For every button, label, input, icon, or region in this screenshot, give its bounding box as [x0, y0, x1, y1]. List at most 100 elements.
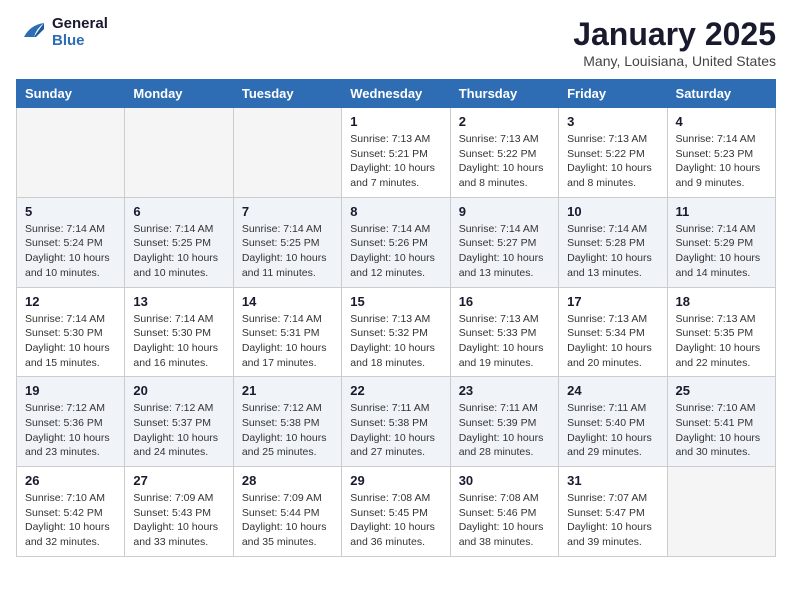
day-info: Sunrise: 7:13 AMSunset: 5:22 PMDaylight:… [459, 132, 550, 191]
calendar-cell: 11 Sunrise: 7:14 AMSunset: 5:29 PMDayligh… [667, 197, 775, 287]
day-info: Sunrise: 7:10 AMSunset: 5:42 PMDaylight:… [25, 491, 116, 550]
title-area: January 2025 Many, Louisiana, United Sta… [573, 16, 776, 69]
day-info: Sunrise: 7:08 AMSunset: 5:46 PMDaylight:… [459, 491, 550, 550]
day-number: 15 [350, 294, 441, 309]
calendar-cell: 1Sunrise: 7:13 AMSunset: 5:21 PMDaylight… [342, 108, 450, 198]
calendar-cell: 4Sunrise: 7:14 AMSunset: 5:23 PMDaylight… [667, 108, 775, 198]
calendar-table: SundayMondayTuesdayWednesdayThursdayFrid… [16, 79, 776, 557]
day-number: 11 [676, 204, 767, 219]
day-number: 25 [676, 383, 767, 398]
day-number: 14 [242, 294, 333, 309]
day-info: Sunrise: 7:12 AMSunset: 5:37 PMDaylight:… [133, 401, 224, 460]
day-info: Sunrise: 7:08 AMSunset: 5:45 PMDaylight:… [350, 491, 441, 550]
calendar-cell: 30Sunrise: 7:08 AMSunset: 5:46 PMDayligh… [450, 467, 558, 557]
day-info: Sunrise: 7:14 AMSunset: 5:30 PMDaylight:… [133, 312, 224, 371]
column-header-wednesday: Wednesday [342, 80, 450, 108]
calendar-cell: 19 Sunrise: 7:12 AMSunset: 5:36 PMDayligh… [17, 377, 125, 467]
column-header-tuesday: Tuesday [233, 80, 341, 108]
calendar-cell: 29 Sunrise: 7:08 AMSunset: 5:45 PMDayligh… [342, 467, 450, 557]
day-number: 1 [350, 114, 441, 129]
column-header-saturday: Saturday [667, 80, 775, 108]
day-info: Sunrise: 7:14 AMSunset: 5:27 PMDaylight:… [459, 222, 550, 281]
day-number: 28 [242, 473, 333, 488]
calendar-cell: 23 Sunrise: 7:11 AMSunset: 5:39 PMDayligh… [450, 377, 558, 467]
day-info: Sunrise: 7:13 AMSunset: 5:32 PMDaylight:… [350, 312, 441, 371]
day-info: Sunrise: 7:11 AMSunset: 5:38 PMDaylight:… [350, 401, 441, 460]
calendar-week-row: 1Sunrise: 7:13 AMSunset: 5:21 PMDaylight… [17, 108, 776, 198]
day-number: 3 [567, 114, 658, 129]
logo-text-blue: Blue [52, 33, 108, 50]
calendar-cell [667, 467, 775, 557]
calendar-cell: 8Sunrise: 7:14 AMSunset: 5:26 PMDaylight… [342, 197, 450, 287]
calendar-cell: 15 Sunrise: 7:13 AMSunset: 5:32 PMDayligh… [342, 287, 450, 377]
calendar-cell: 5Sunrise: 7:14 AMSunset: 5:24 PMDaylight… [17, 197, 125, 287]
day-number: 2 [459, 114, 550, 129]
calendar-cell: 18 Sunrise: 7:13 AMSunset: 5:35 PMDayligh… [667, 287, 775, 377]
day-info: Sunrise: 7:14 AMSunset: 5:26 PMDaylight:… [350, 222, 441, 281]
day-number: 26 [25, 473, 116, 488]
day-number: 19 [25, 383, 116, 398]
day-number: 5 [25, 204, 116, 219]
day-info: Sunrise: 7:12 AMSunset: 5:36 PMDaylight:… [25, 401, 116, 460]
calendar-cell: 6Sunrise: 7:14 AMSunset: 5:25 PMDaylight… [125, 197, 233, 287]
calendar-cell: 17 Sunrise: 7:13 AMSunset: 5:34 PMDayligh… [559, 287, 667, 377]
day-info: Sunrise: 7:14 AMSunset: 5:25 PMDaylight:… [133, 222, 224, 281]
day-number: 23 [459, 383, 550, 398]
calendar-cell: 2 Sunrise: 7:13 AMSunset: 5:22 PMDaylight… [450, 108, 558, 198]
calendar-cell: 31 Sunrise: 7:07 AMSunset: 5:47 PMDayligh… [559, 467, 667, 557]
column-header-thursday: Thursday [450, 80, 558, 108]
day-number: 27 [133, 473, 224, 488]
day-number: 12 [25, 294, 116, 309]
day-info: Sunrise: 7:13 AMSunset: 5:34 PMDaylight:… [567, 312, 658, 371]
calendar-cell: 14 Sunrise: 7:14 AMSunset: 5:31 PMDayligh… [233, 287, 341, 377]
day-info: Sunrise: 7:13 AMSunset: 5:33 PMDaylight:… [459, 312, 550, 371]
day-number: 18 [676, 294, 767, 309]
day-number: 17 [567, 294, 658, 309]
day-number: 4 [676, 114, 767, 129]
day-info: Sunrise: 7:11 AMSunset: 5:40 PMDaylight:… [567, 401, 658, 460]
calendar-week-row: 12 Sunrise: 7:14 AMSunset: 5:30 PMDayligh… [17, 287, 776, 377]
calendar-cell: 28Sunrise: 7:09 AMSunset: 5:44 PMDayligh… [233, 467, 341, 557]
column-header-friday: Friday [559, 80, 667, 108]
calendar-cell [17, 108, 125, 198]
day-info: Sunrise: 7:14 AMSunset: 5:29 PMDaylight:… [676, 222, 767, 281]
calendar-week-row: 5Sunrise: 7:14 AMSunset: 5:24 PMDaylight… [17, 197, 776, 287]
calendar-week-row: 26 Sunrise: 7:10 AMSunset: 5:42 PMDayligh… [17, 467, 776, 557]
logo: General Blue [16, 16, 108, 49]
day-info: Sunrise: 7:07 AMSunset: 5:47 PMDaylight:… [567, 491, 658, 550]
calendar-cell: 22Sunrise: 7:11 AMSunset: 5:38 PMDayligh… [342, 377, 450, 467]
day-number: 31 [567, 473, 658, 488]
calendar-cell: 12 Sunrise: 7:14 AMSunset: 5:30 PMDayligh… [17, 287, 125, 377]
logo-text-general: General [52, 16, 108, 33]
day-info: Sunrise: 7:14 AMSunset: 5:28 PMDaylight:… [567, 222, 658, 281]
day-info: Sunrise: 7:14 AMSunset: 5:31 PMDaylight:… [242, 312, 333, 371]
logo-bird-icon [16, 17, 48, 49]
day-info: Sunrise: 7:13 AMSunset: 5:22 PMDaylight:… [567, 132, 658, 191]
day-number: 24 [567, 383, 658, 398]
day-number: 21 [242, 383, 333, 398]
day-info: Sunrise: 7:14 AMSunset: 5:30 PMDaylight:… [25, 312, 116, 371]
day-info: Sunrise: 7:13 AMSunset: 5:35 PMDaylight:… [676, 312, 767, 371]
calendar-cell: 3 Sunrise: 7:13 AMSunset: 5:22 PMDaylight… [559, 108, 667, 198]
calendar-cell: 9 Sunrise: 7:14 AMSunset: 5:27 PMDaylight… [450, 197, 558, 287]
day-number: 13 [133, 294, 224, 309]
calendar-title: January 2025 [573, 16, 776, 53]
day-number: 16 [459, 294, 550, 309]
day-info: Sunrise: 7:12 AMSunset: 5:38 PMDaylight:… [242, 401, 333, 460]
day-info: Sunrise: 7:10 AMSunset: 5:41 PMDaylight:… [676, 401, 767, 460]
day-number: 10 [567, 204, 658, 219]
calendar-cell: 7Sunrise: 7:14 AMSunset: 5:25 PMDaylight… [233, 197, 341, 287]
calendar-header-row: SundayMondayTuesdayWednesdayThursdayFrid… [17, 80, 776, 108]
calendar-subtitle: Many, Louisiana, United States [573, 53, 776, 69]
page-header: General Blue January 2025 Many, Louisian… [16, 16, 776, 69]
calendar-week-row: 19 Sunrise: 7:12 AMSunset: 5:36 PMDayligh… [17, 377, 776, 467]
column-header-monday: Monday [125, 80, 233, 108]
day-info: Sunrise: 7:11 AMSunset: 5:39 PMDaylight:… [459, 401, 550, 460]
day-number: 9 [459, 204, 550, 219]
calendar-cell: 25 Sunrise: 7:10 AMSunset: 5:41 PMDayligh… [667, 377, 775, 467]
calendar-cell [233, 108, 341, 198]
calendar-cell: 10 Sunrise: 7:14 AMSunset: 5:28 PMDayligh… [559, 197, 667, 287]
calendar-cell: 27Sunrise: 7:09 AMSunset: 5:43 PMDayligh… [125, 467, 233, 557]
calendar-cell: 26 Sunrise: 7:10 AMSunset: 5:42 PMDayligh… [17, 467, 125, 557]
day-number: 29 [350, 473, 441, 488]
